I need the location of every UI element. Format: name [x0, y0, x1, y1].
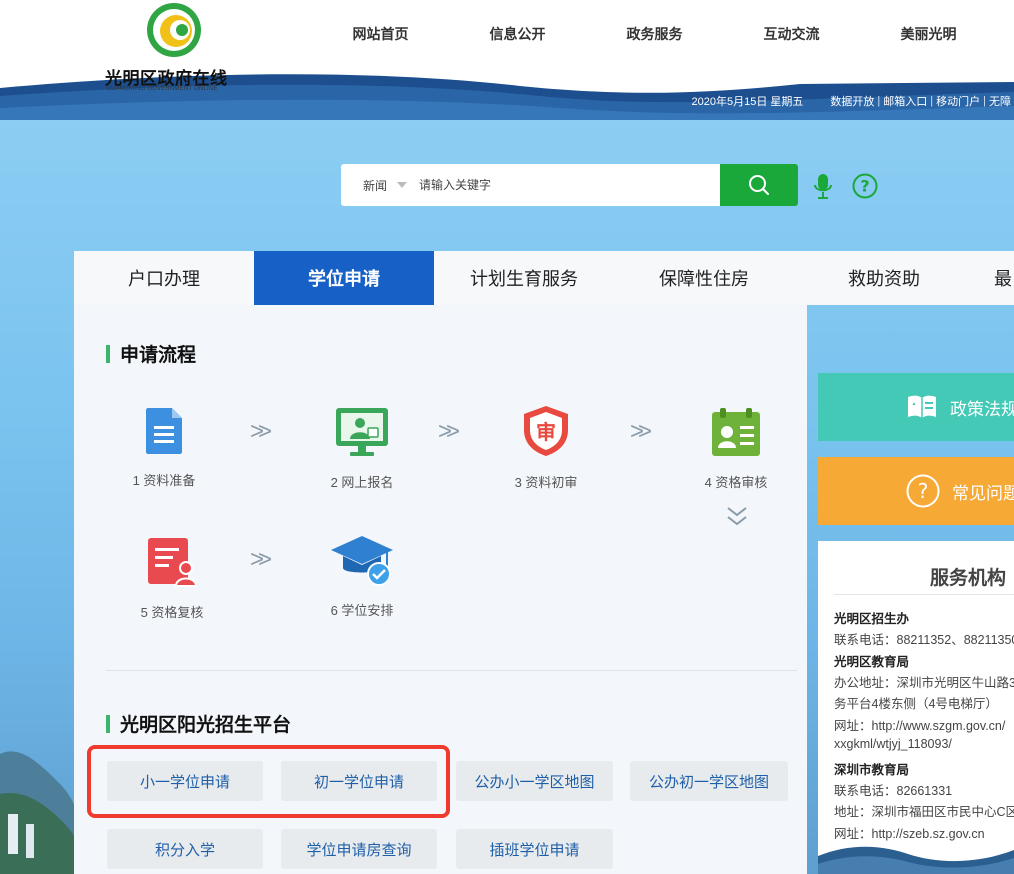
site-logo[interactable]: 光明区政府在线 GUANGMING GOVERNMENT ONLINE [100, 2, 240, 92]
org-website: 网址：http://szeb.sz.gov.cn [834, 827, 985, 841]
process-step: 6 学位安排 [302, 532, 422, 619]
tab-affordable-housing[interactable]: 保障性住房 [614, 251, 794, 305]
policy-card-label: 政策法规 [950, 399, 1014, 419]
service-agencies-panel: 服务机构 光明区招生办 联系电话：88211352、88211350 光明区教育… [818, 541, 1014, 874]
header-utility-bar: 2020年5月15日 星期五 数据开放 | 邮箱入口 | 移动门户 | 无障 [692, 92, 1014, 110]
link-open-data[interactable]: 数据开放 [827, 93, 877, 109]
logo-english-name: GUANGMING GOVERNMENT ONLINE [106, 86, 218, 92]
process-step: 1 资料准备 [104, 406, 224, 489]
help-icon[interactable]: ? [852, 173, 878, 199]
faq-card[interactable]: ? 常见问题 [818, 457, 1014, 525]
title-accent-bar [106, 714, 110, 733]
org-name: 光明区教育局 [834, 655, 910, 669]
search-type-select[interactable]: 新闻 [363, 177, 387, 194]
double-chevron-right-icon: >> [250, 546, 272, 573]
recheck-document-icon [148, 538, 198, 587]
question-circle-icon: ? [906, 474, 940, 508]
org-address: 务平台4楼东侧（4号电梯厅） [834, 697, 998, 711]
book-icon [906, 393, 938, 421]
site-header: 光明区政府在线 GUANGMING GOVERNMENT ONLINE 网站首页… [0, 0, 1014, 120]
housing-query-button[interactable]: 学位申请房查询 [281, 829, 437, 869]
org-phone: 联系电话：88211352、88211350 [834, 633, 1014, 647]
link-accessibility[interactable]: 无障 [986, 93, 1014, 109]
tab-more[interactable]: 最 [974, 251, 1014, 305]
caret-down-icon[interactable] [397, 182, 408, 188]
platform-title-text: 光明区阳光招生平台 [120, 715, 292, 736]
search-bar: 新闻 [341, 164, 721, 206]
process-title-text: 申请流程 [120, 345, 197, 366]
process-step: 审 3 资料初审 [486, 404, 606, 491]
nav-item-info[interactable]: 信息公开 [449, 24, 586, 44]
step-label: 5 资格复核 [140, 605, 204, 620]
tab-school-place[interactable]: 学位申请 [254, 251, 434, 305]
review-shield-icon: 审 [524, 406, 568, 456]
current-date: 2020年5月15日 星期五 [691, 96, 804, 108]
primary-district-map-button[interactable]: 公办小一学区地图 [456, 761, 613, 801]
nav-item-services[interactable]: 政务服务 [586, 24, 723, 44]
org-title: 服务机构 [930, 568, 1007, 589]
org-website: xxgkml/wtjyj_118093/ [834, 737, 952, 751]
org-name: 深圳市教育局 [834, 763, 910, 777]
middle-school-apply-button[interactable]: 初一学位申请 [281, 761, 437, 801]
double-chevron-right-icon: >> [250, 418, 272, 445]
qualification-check-icon [712, 408, 760, 456]
wave-decoration [818, 846, 1014, 874]
double-chevron-down-icon [727, 507, 747, 526]
org-website: 网址：http://www.szgm.gov.cn/ [834, 719, 1006, 733]
double-chevron-right-icon: >> [630, 418, 652, 445]
svg-text:?: ? [918, 479, 929, 503]
org-name: 光明区招生办 [834, 612, 910, 626]
org-phone: 联系电话：82661331 [834, 784, 953, 798]
link-mobile[interactable]: 移动门户 [933, 93, 983, 109]
search-icon [749, 175, 769, 195]
points-admission-button[interactable]: 积分入学 [107, 829, 263, 869]
org-title-divider [834, 594, 1014, 595]
svg-text:?: ? [860, 177, 869, 196]
step-label: 4 资格审核 [704, 475, 768, 490]
nav-item-home[interactable]: 网站首页 [312, 24, 449, 44]
org-address: 办公地址：深圳市光明区牛山路3号 [834, 676, 1014, 690]
title-accent-bar [106, 344, 110, 363]
double-chevron-right-icon: >> [438, 418, 460, 445]
nav-item-interaction[interactable]: 互动交流 [723, 24, 860, 44]
middle-district-map-button[interactable]: 公办初一学区地图 [630, 761, 788, 801]
process-step: 5 资格复核 [112, 536, 232, 621]
step-label: 2 网上报名 [330, 475, 394, 490]
step-label: 3 资料初审 [514, 475, 578, 490]
platform-section-title: 光明区阳光招生平台 [106, 710, 291, 737]
tab-family-planning[interactable]: 计划生育服务 [434, 251, 614, 305]
policy-regulations-card[interactable]: 政策法规 [818, 373, 1014, 441]
transfer-apply-button[interactable]: 插班学位申请 [456, 829, 613, 869]
nav-item-beautiful[interactable]: 美丽光明 [860, 24, 997, 44]
faq-card-label: 常见问题 [952, 483, 1014, 503]
main-nav: 网站首页 信息公开 政务服务 互动交流 美丽光明 [312, 24, 997, 44]
tab-assistance[interactable]: 救助资助 [794, 251, 974, 305]
process-section-title: 申请流程 [106, 340, 196, 367]
tab-hukou[interactable]: 户口办理 [74, 251, 254, 305]
graduation-cap-icon [331, 536, 393, 586]
section-divider [106, 670, 797, 671]
step-label: 1 资料准备 [132, 473, 196, 488]
microphone-icon[interactable] [812, 172, 834, 200]
link-mailbox[interactable]: 邮箱入口 [880, 93, 930, 109]
org-address: 地址：深圳市福田区市民中心C区 [834, 805, 1014, 819]
primary-school-apply-button[interactable]: 小一学位申请 [107, 761, 263, 801]
step-label: 6 学位安排 [330, 603, 394, 618]
logo-emblem-icon [147, 3, 201, 57]
svg-text:审: 审 [536, 420, 556, 444]
process-step: 4 资格审核 [676, 406, 796, 491]
service-tabs: 户口办理 学位申请 计划生育服务 保障性住房 救助资助 最 [74, 251, 1014, 305]
search-button[interactable] [720, 164, 798, 206]
online-registration-icon [336, 408, 388, 456]
search-input[interactable] [419, 178, 700, 192]
document-icon [146, 408, 182, 454]
process-step: 2 网上报名 [302, 406, 422, 491]
